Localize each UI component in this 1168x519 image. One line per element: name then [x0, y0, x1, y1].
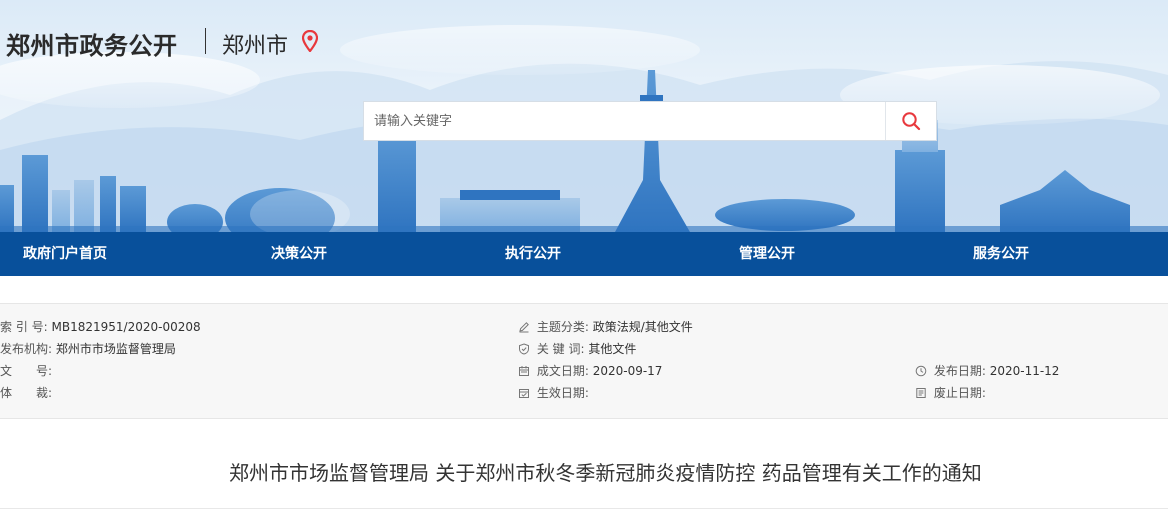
meta-value: 郑州市市场监督管理局 — [55, 342, 176, 356]
calendar-icon — [519, 366, 529, 376]
document-icon — [916, 388, 926, 398]
meta-effective: 生效日期: — [518, 384, 589, 402]
meta-label: 体 裁: — [0, 386, 53, 400]
meta-value: 其他文件 — [588, 342, 637, 356]
document-title: 郑州市市场监督管理局 关于郑州市秋冬季新冠肺炎疫情防控 药品管理有关工作的通知 — [229, 461, 982, 485]
search-input[interactable] — [364, 102, 887, 140]
city-name[interactable]: 郑州市 — [222, 28, 288, 60]
meta-label: 关 键 词: — [536, 342, 585, 356]
meta-value: MB1821951/2020-00208 — [51, 320, 201, 334]
meta-publisher: 发布机构: 郑州市市场监督管理局 — [0, 340, 176, 358]
nav-item-portal-home[interactable]: 政府门户首页 — [23, 232, 107, 276]
meta-keywords: 关 键 词: 其他文件 — [518, 340, 636, 358]
meta-value: 2020-09-17 — [592, 364, 663, 378]
meta-label: 文 号: — [0, 364, 53, 378]
search-bar — [363, 101, 937, 141]
calendar-check-icon — [519, 389, 529, 398]
meta-value: 政策法规/其他文件 — [592, 320, 693, 334]
clock-icon — [915, 365, 927, 377]
title-divider — [205, 28, 206, 54]
meta-published: 发布日期: 2020-11-12 — [915, 362, 1059, 380]
meta-value: 2020-11-12 — [989, 364, 1060, 378]
meta-index-no: 索 引 号: MB1821951/2020-00208 — [0, 318, 201, 336]
divider — [0, 508, 1168, 509]
search-button[interactable] — [885, 102, 936, 140]
nav-item-management[interactable]: 管理公开 — [739, 232, 795, 276]
meta-expire: 废止日期: — [915, 384, 986, 402]
nav-item-service[interactable]: 服务公开 — [973, 232, 1029, 276]
meta-label: 废止日期: — [933, 386, 986, 400]
site-title[interactable]: 郑州市政务公开 — [6, 26, 178, 61]
meta-doc-no: 文 号: — [0, 362, 52, 380]
location-pin-icon[interactable] — [302, 30, 318, 52]
search-icon — [902, 112, 921, 131]
meta-topic: 主题分类: 政策法规/其他文件 — [518, 318, 693, 336]
meta-label: 生效日期: — [536, 386, 589, 400]
main-nav: 政府门户首页 决策公开 执行公开 管理公开 服务公开 — [0, 232, 1168, 276]
meta-label: 成文日期: — [536, 364, 589, 378]
meta-body: 体 裁: — [0, 384, 52, 402]
meta-created: 成文日期: 2020-09-17 — [518, 362, 662, 380]
document-metadata: 索 引 号: MB1821951/2020-00208 发布机构: 郑州市市场监… — [0, 303, 1168, 419]
header-banner: 郑州市政务公开 郑州市 — [0, 0, 1168, 232]
meta-label: 主题分类: — [536, 320, 589, 334]
meta-label: 发布机构: — [0, 342, 53, 356]
shield-icon — [519, 343, 529, 355]
meta-label: 索 引 号: — [0, 320, 48, 334]
meta-label: 发布日期: — [933, 364, 986, 378]
nav-item-execution[interactable]: 执行公开 — [505, 232, 561, 276]
nav-item-decision[interactable]: 决策公开 — [271, 232, 327, 276]
edit-icon — [519, 322, 529, 333]
